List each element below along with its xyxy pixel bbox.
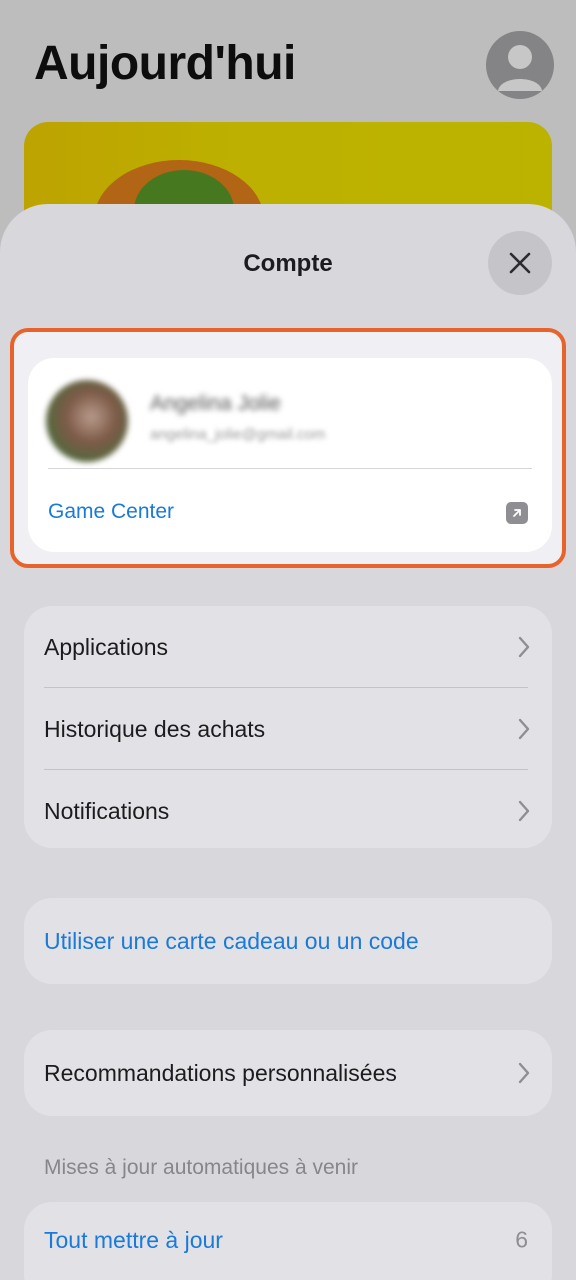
menu-group: Applications Historique des achats Notif… xyxy=(24,606,552,848)
menu-item-label: Applications xyxy=(44,633,169,660)
highlight-frame: Angelina Jolie angelina_jolie@gmail.com … xyxy=(10,328,566,568)
account-avatar xyxy=(46,380,128,462)
chevron-right-icon xyxy=(518,718,530,740)
chevron-right-icon xyxy=(518,1062,530,1084)
redeem-label: Utiliser une carte cadeau ou un code xyxy=(44,927,419,954)
account-email: angelina_jolie@gmail.com xyxy=(150,426,326,443)
gift-card-group: Utiliser une carte cadeau ou un code xyxy=(24,898,552,984)
divider xyxy=(48,468,532,469)
menu-item-label: Historique des achats xyxy=(44,715,266,742)
account-sheet: Compte Angelina Jolie angelina_jolie@gma… xyxy=(0,204,576,1280)
chevron-right-icon xyxy=(518,800,530,822)
account-card[interactable]: Angelina Jolie angelina_jolie@gmail.com … xyxy=(28,358,552,552)
redeem-gift-card-button[interactable]: Utiliser une carte cadeau ou un code xyxy=(24,898,552,984)
update-all-button[interactable]: Tout mettre à jour 6 xyxy=(24,1202,552,1278)
update-count: 6 xyxy=(515,1226,528,1253)
menu-item-label: Notifications xyxy=(44,797,170,824)
account-name: Angelina Jolie xyxy=(150,392,281,415)
menu-item-purchase-history[interactable]: Historique des achats xyxy=(24,688,552,770)
menu-item-applications[interactable]: Applications xyxy=(24,606,552,688)
external-link-icon[interactable] xyxy=(506,502,528,524)
close-button[interactable] xyxy=(488,231,552,295)
personalized-recommendations[interactable]: Recommandations personnalisées xyxy=(24,1030,552,1116)
updates-group: Tout mettre à jour 6 xyxy=(24,1202,552,1280)
game-center-link[interactable]: Game Center xyxy=(48,500,174,524)
menu-item-notifications[interactable]: Notifications xyxy=(24,770,552,852)
section-header-updates: Mises à jour automatiques à venir xyxy=(44,1156,358,1179)
update-all-label: Tout mettre à jour xyxy=(44,1226,223,1253)
chevron-right-icon xyxy=(518,636,530,658)
screen: Aujourd'hui Compte Angelina Jolie angeli… xyxy=(0,0,576,1280)
close-icon xyxy=(509,252,531,274)
recommendations-group: Recommandations personnalisées xyxy=(24,1030,552,1116)
recommendations-label: Recommandations personnalisées xyxy=(44,1059,397,1086)
